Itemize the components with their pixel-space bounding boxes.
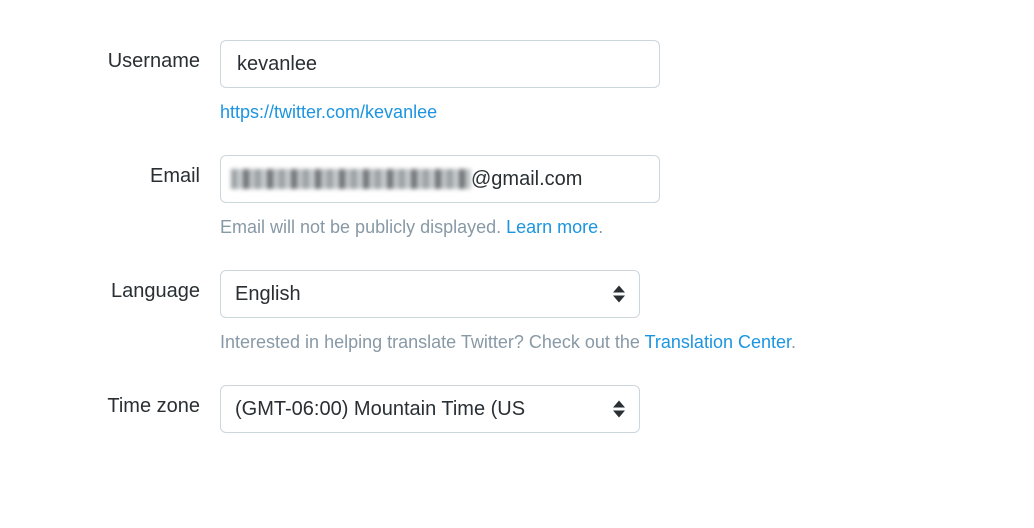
email-learn-more-link[interactable]: Learn more xyxy=(506,217,598,237)
select-caret-icon xyxy=(613,286,625,303)
language-help-text: Interested in helping translate Twitter?… xyxy=(220,332,1014,353)
username-input-wrapper[interactable] xyxy=(220,40,660,88)
translation-center-link[interactable]: Translation Center xyxy=(645,332,791,352)
select-caret-icon xyxy=(613,401,625,418)
language-label: Language xyxy=(20,270,220,303)
email-blurred-local-part xyxy=(231,169,471,189)
email-input-wrapper[interactable]: @gmail.com xyxy=(220,155,660,203)
username-url-link[interactable]: https://twitter.com/kevanlee xyxy=(220,102,437,122)
timezone-selected-value: (GMT-06:00) Mountain Time (US xyxy=(235,398,599,421)
email-help-text: Email will not be publicly displayed. Le… xyxy=(220,217,1014,238)
username-label: Username xyxy=(20,40,220,73)
email-label: Email xyxy=(20,155,220,188)
username-input[interactable] xyxy=(235,52,645,77)
email-domain-text: @gmail.com xyxy=(471,168,582,191)
language-select[interactable]: English xyxy=(220,270,640,318)
timezone-label: Time zone xyxy=(20,385,220,418)
language-selected-value: English xyxy=(235,283,599,306)
timezone-select[interactable]: (GMT-06:00) Mountain Time (US xyxy=(220,385,640,433)
